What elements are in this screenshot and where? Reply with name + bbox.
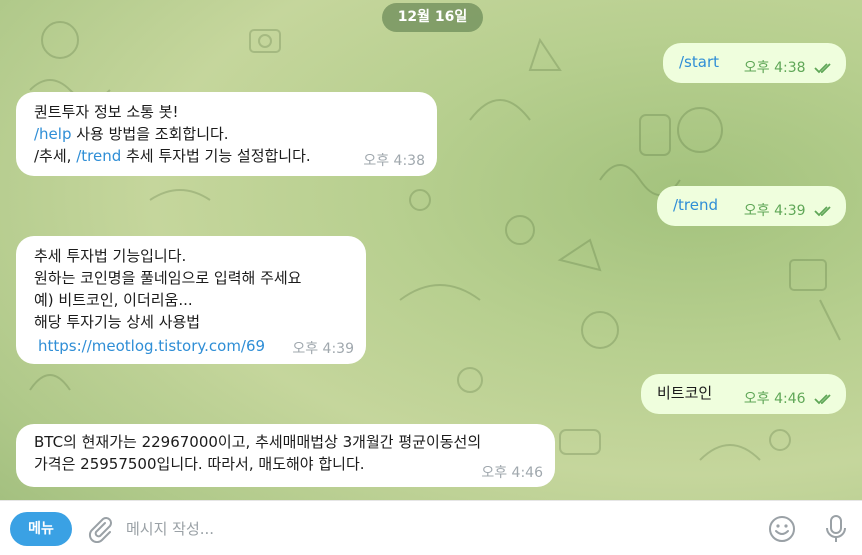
- date-separator: 12월 16일: [382, 3, 483, 32]
- trend-command-link[interactable]: /trend: [76, 147, 121, 165]
- message-time: 오후 4:46: [743, 391, 806, 407]
- message-line: /help 사용 방법을 조회합니다.: [34, 123, 311, 145]
- incoming-message[interactable]: BTC의 현재가는 22967000이고, 추세매매법상 3개월간 평균이동선의…: [16, 424, 555, 487]
- message-time: 오후 4:38: [743, 60, 806, 76]
- message-time: 오후 4:38: [363, 153, 425, 169]
- outgoing-message[interactable]: /start 오후 4:38: [663, 43, 846, 83]
- double-check-icon: [814, 63, 831, 74]
- trend-description: 추세 투자법 기능 설정합니다.: [121, 147, 311, 165]
- paperclip-icon[interactable]: [86, 515, 112, 543]
- help-command-link[interactable]: /help: [34, 125, 71, 143]
- message-composer: 메뉴: [0, 500, 862, 555]
- message-text[interactable]: /start: [679, 51, 719, 73]
- message-line: BTC의 현재가는 22967000이고, 추세매매법상 3개월간 평균이동선의: [34, 433, 482, 451]
- menu-button[interactable]: 메뉴: [10, 512, 72, 546]
- message-line: 해당 투자기능 상세 사용법: [34, 313, 201, 331]
- double-check-icon: [814, 206, 831, 217]
- message-meta: 오후 4:46: [744, 391, 834, 407]
- message-text: 비트코인: [657, 384, 713, 402]
- message-meta: 오후 4:38: [744, 60, 834, 76]
- message-time: 오후 4:39: [743, 203, 806, 219]
- message-input[interactable]: [126, 515, 726, 543]
- outgoing-message[interactable]: 비트코인 오후 4:46: [641, 374, 846, 414]
- outgoing-message[interactable]: /trend 오후 4:39: [657, 186, 846, 226]
- microphone-icon[interactable]: [823, 513, 849, 545]
- message-text[interactable]: /trend: [673, 194, 718, 216]
- tistory-link[interactable]: https://meotlog.tistory.com/69: [38, 335, 301, 357]
- double-check-icon: [814, 394, 831, 405]
- incoming-message[interactable]: 추세 투자법 기능입니다. 원하는 코인명을 풀네임으로 입력해 주세요 예) …: [16, 236, 366, 364]
- message-line: 가격은 25957500입니다. 따라서, 매도해야 합니다.: [34, 455, 365, 473]
- trend-prefix: /추세,: [34, 147, 77, 165]
- message-line: 예) 비트코인, 이더리움...: [34, 291, 193, 309]
- help-description: 사용 방법을 조회합니다.: [71, 125, 229, 143]
- message-line: 추세 투자법 기능입니다.: [34, 247, 187, 265]
- message-line: 퀀트투자 정보 소통 봇!: [34, 103, 179, 121]
- message-meta: 오후 4:39: [744, 203, 834, 219]
- chat-area[interactable]: 12월 16일 /start 오후 4:38 퀀트투자 정보 소통 봇! /he…: [0, 0, 862, 500]
- smiley-icon[interactable]: [767, 514, 797, 544]
- message-line: 원하는 코인명을 풀네임으로 입력해 주세요: [34, 269, 302, 287]
- message-line: /추세, /trend 추세 투자법 기능 설정합니다.: [34, 145, 311, 167]
- incoming-message[interactable]: 퀀트투자 정보 소통 봇! /help 사용 방법을 조회합니다. /추세, /…: [16, 92, 437, 176]
- message-time: 오후 4:39: [292, 341, 354, 357]
- message-time: 오후 4:46: [481, 465, 543, 481]
